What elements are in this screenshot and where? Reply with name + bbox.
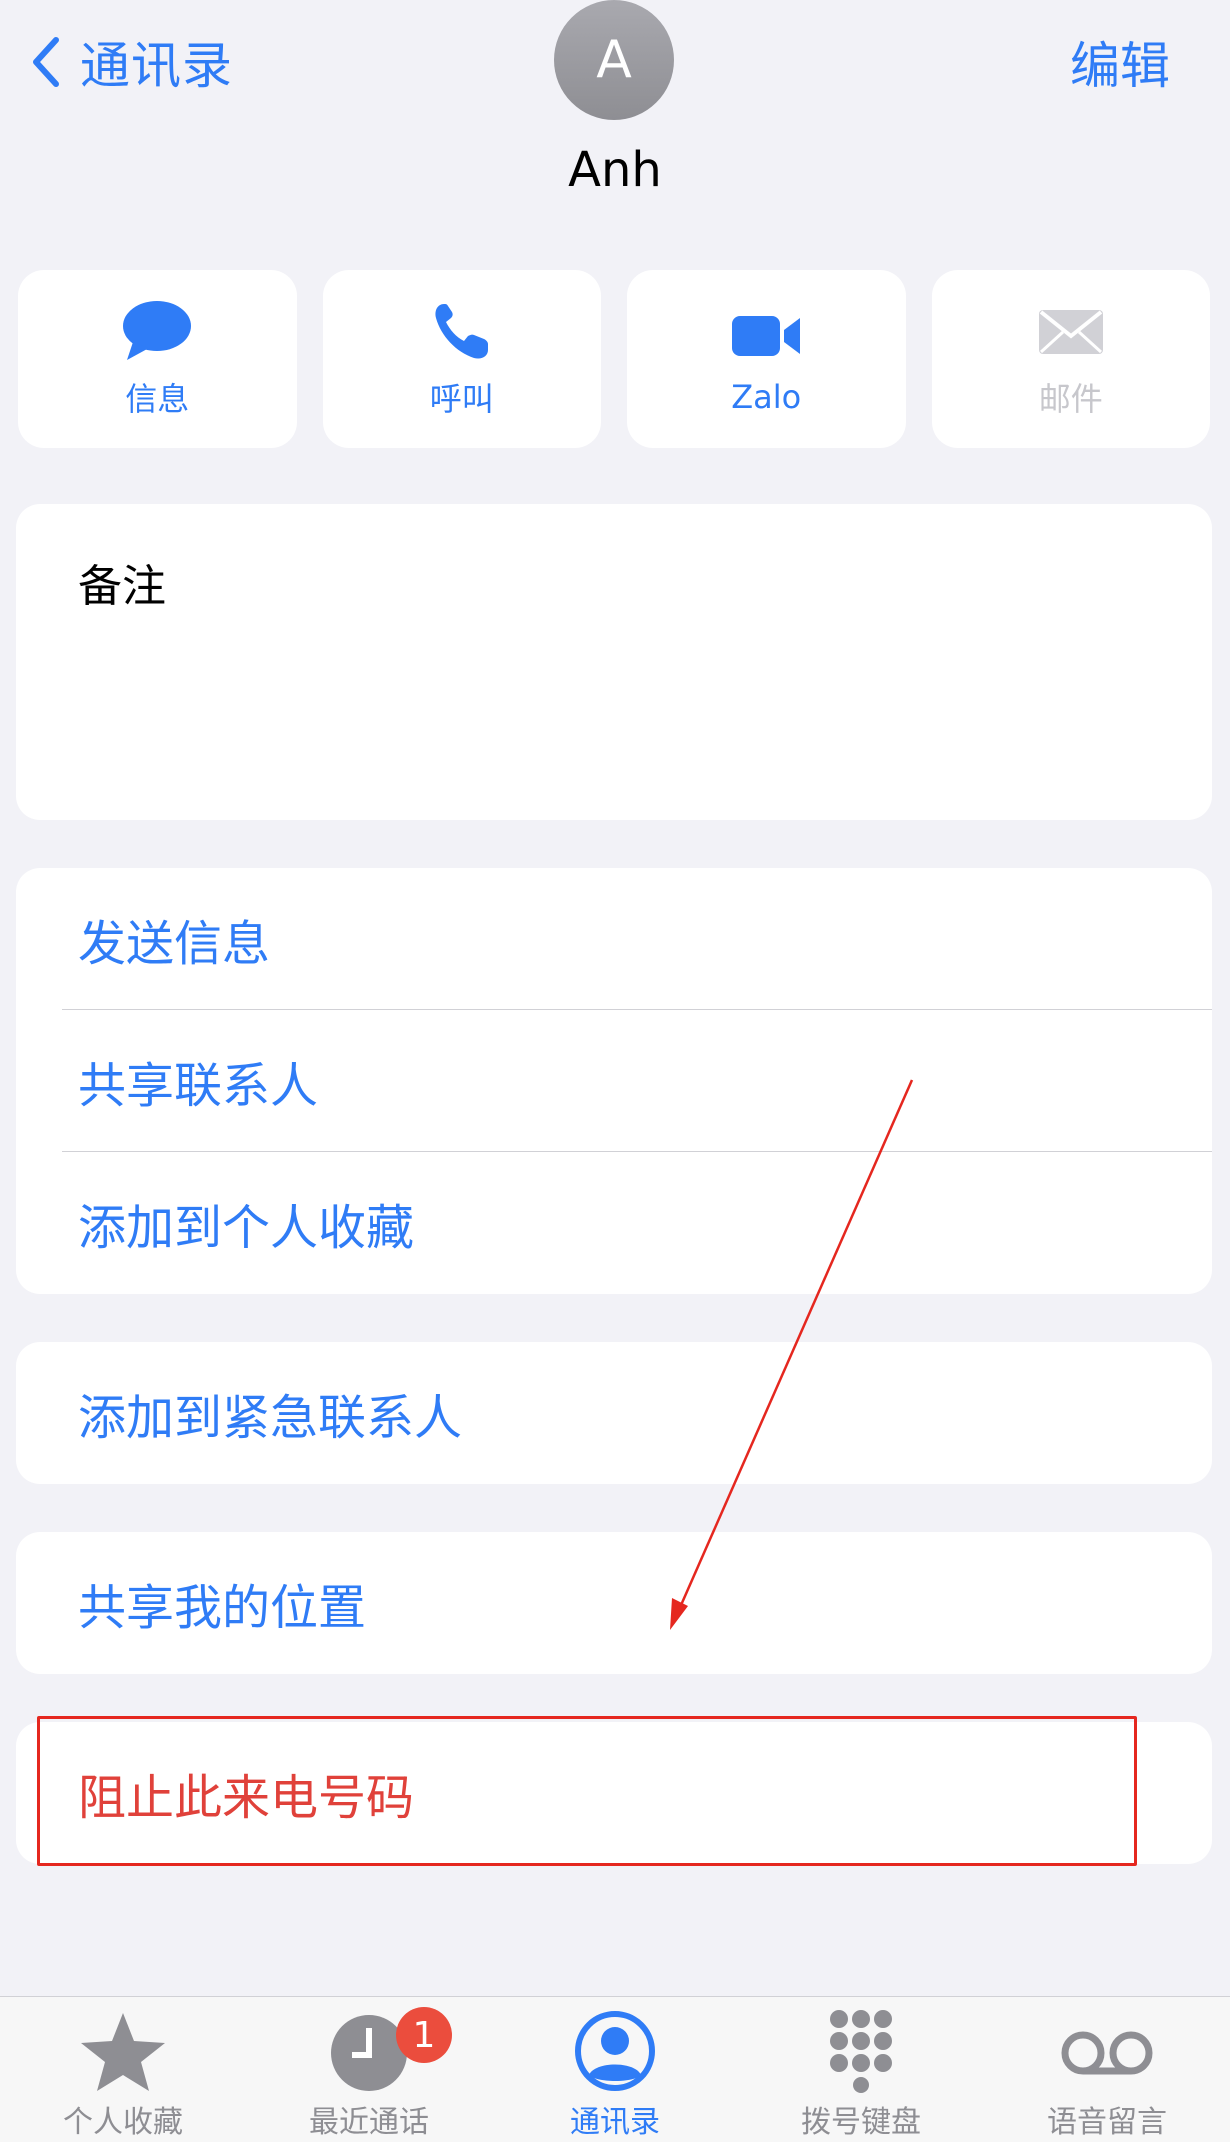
tab-favorites-label: 个人收藏 bbox=[63, 2105, 183, 2140]
send-message-row[interactable]: 发送信息 bbox=[16, 868, 1212, 1010]
message-action-label: 信息 bbox=[125, 380, 190, 418]
video-camera-icon bbox=[732, 316, 801, 356]
notes-label: 备注 bbox=[78, 561, 166, 612]
add-favorites-row[interactable]: 添加到个人收藏 bbox=[16, 1152, 1212, 1294]
tab-voicemail[interactable]: 语音留言 bbox=[984, 1997, 1230, 2142]
voicemail-icon bbox=[1061, 2031, 1153, 2075]
location-card: 共享我的位置 bbox=[16, 1532, 1212, 1674]
contact-detail-screen: 通讯录 A Anh 编辑 信息 呼叫 Zalo 邮件 备注 发送信息 共享联系人… bbox=[0, 0, 1230, 2142]
quick-actions: 信息 呼叫 Zalo 邮件 bbox=[18, 270, 1210, 448]
call-action-label: 呼叫 bbox=[429, 380, 494, 418]
chevron-left-icon bbox=[33, 37, 59, 87]
contact-name: Anh bbox=[568, 142, 662, 198]
back-button[interactable]: 通讯录 bbox=[28, 30, 233, 95]
tab-keypad-label: 拨号键盘 bbox=[801, 2105, 921, 2140]
tab-recents-label: 最近通话 bbox=[309, 2105, 429, 2140]
tab-favorites[interactable]: 个人收藏 bbox=[0, 1997, 246, 2142]
tab-recents[interactable]: 1 最近通话 bbox=[246, 1997, 492, 2142]
avatar: A bbox=[554, 0, 674, 120]
tab-keypad[interactable]: 拨号键盘 bbox=[738, 1997, 984, 2142]
edit-button[interactable]: 编辑 bbox=[1070, 30, 1170, 95]
tab-bar: 个人收藏 1 最近通话 通讯录 拨号键盘 语音留言 bbox=[0, 1996, 1230, 2142]
keypad-icon bbox=[830, 2010, 892, 2093]
zalo-action-button[interactable]: Zalo bbox=[627, 270, 906, 448]
star-icon bbox=[81, 2013, 165, 2091]
envelope-icon bbox=[1038, 310, 1103, 354]
actions-list: 发送信息 共享联系人 添加到个人收藏 bbox=[16, 868, 1212, 1294]
tab-voicemail-label: 语音留言 bbox=[1047, 2105, 1167, 2140]
message-action-button[interactable]: 信息 bbox=[18, 270, 297, 448]
phone-icon bbox=[435, 304, 488, 359]
notes-field[interactable]: 备注 bbox=[16, 504, 1212, 820]
missed-calls-badge: 1 bbox=[396, 2007, 452, 2063]
add-emergency-contact-row[interactable]: 添加到紧急联系人 bbox=[16, 1342, 1212, 1484]
zalo-action-label: Zalo bbox=[731, 378, 802, 416]
block-caller-row[interactable]: 阻止此来电号码 bbox=[16, 1722, 1212, 1864]
block-card: 阻止此来电号码 bbox=[16, 1722, 1212, 1864]
emergency-card: 添加到紧急联系人 bbox=[16, 1342, 1212, 1484]
avatar-initial: A bbox=[596, 30, 632, 90]
share-contact-row[interactable]: 共享联系人 bbox=[16, 1010, 1212, 1152]
mail-action-button: 邮件 bbox=[931, 270, 1210, 448]
tab-contacts[interactable]: 通讯录 bbox=[492, 1997, 738, 2142]
tab-contacts-label: 通讯录 bbox=[570, 2105, 660, 2140]
back-label: 通讯录 bbox=[80, 37, 233, 95]
share-location-row[interactable]: 共享我的位置 bbox=[16, 1532, 1212, 1674]
person-circle-icon bbox=[575, 2011, 655, 2091]
mail-action-label: 邮件 bbox=[1038, 380, 1103, 418]
message-bubble-icon bbox=[123, 301, 192, 360]
call-action-button[interactable]: 呼叫 bbox=[322, 270, 601, 448]
